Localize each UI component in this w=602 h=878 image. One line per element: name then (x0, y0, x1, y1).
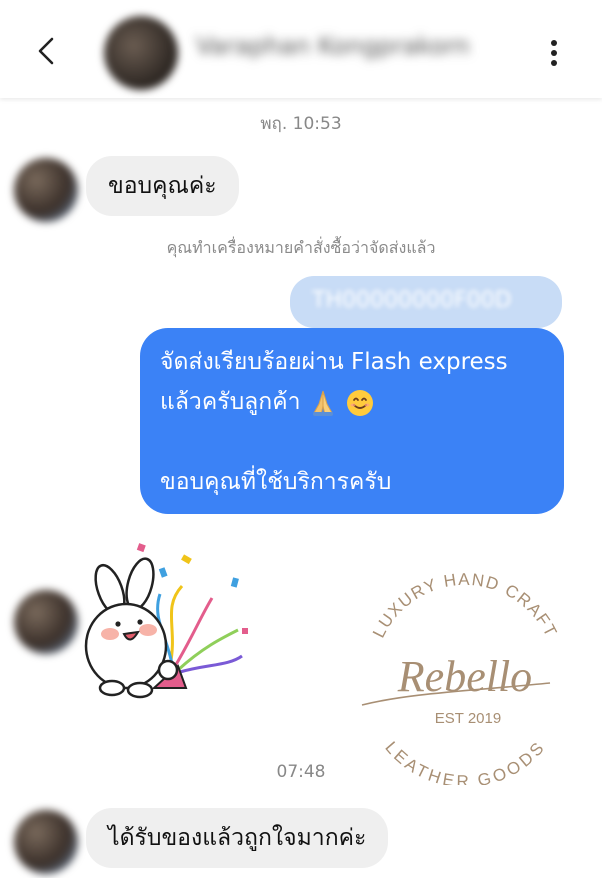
outgoing-line-1: จัดส่งเรียบร้อยผ่าน Flash express (160, 349, 508, 375)
chat-header: Varaphan Kongprakorn (0, 0, 602, 98)
logo-script: Rebello (397, 652, 532, 701)
more-options-icon[interactable] (540, 36, 568, 70)
sender-avatar[interactable] (14, 810, 78, 874)
folded-hands-icon (312, 390, 333, 416)
logo-top-arc: LUXURY HAND CRAFT (369, 570, 560, 641)
sender-avatar[interactable] (14, 158, 78, 222)
outgoing-line-2-text: แล้วครับลูกค้า (160, 389, 301, 415)
outgoing-message[interactable]: จัดส่งเรียบร้อยผ่าน Flash express แล้วคร… (140, 328, 564, 514)
outgoing-line-2: แล้วครับลูกค้า (160, 382, 544, 422)
reply-preview-text: TH00000000F00D (312, 288, 512, 313)
rebello-logo: LUXURY HAND CRAFT Rebello EST 2019 LEATH… (361, 570, 561, 785)
back-arrow-icon[interactable] (30, 30, 64, 72)
timestamp: พฤ. 10:53 (260, 114, 342, 134)
timestamp: 07:48 (276, 762, 326, 782)
celebration-sticker[interactable] (82, 538, 254, 714)
sender-avatar[interactable] (14, 590, 78, 654)
system-note: คุณทำเครื่องหมายคำสั่งซื้อว่าจัดส่งแล้ว (166, 238, 436, 257)
reply-preview[interactable]: TH00000000F00D (290, 276, 562, 328)
logo-est: EST 2019 (435, 710, 501, 727)
contact-name[interactable]: Varaphan Kongprakorn (196, 32, 470, 60)
incoming-message[interactable]: ขอบคุณค่ะ (86, 156, 239, 216)
outgoing-line-3: ขอบคุณที่ใช้บริการครับ (160, 469, 392, 495)
smiling-face-icon (347, 389, 374, 416)
incoming-message[interactable]: ได้รับของแล้วถูกใจมากค่ะ (86, 808, 389, 868)
svg-text:LUXURY HAND CRAFT: LUXURY HAND CRAFT (369, 570, 561, 641)
outgoing-blank-line (160, 422, 544, 462)
contact-avatar[interactable] (104, 16, 178, 90)
